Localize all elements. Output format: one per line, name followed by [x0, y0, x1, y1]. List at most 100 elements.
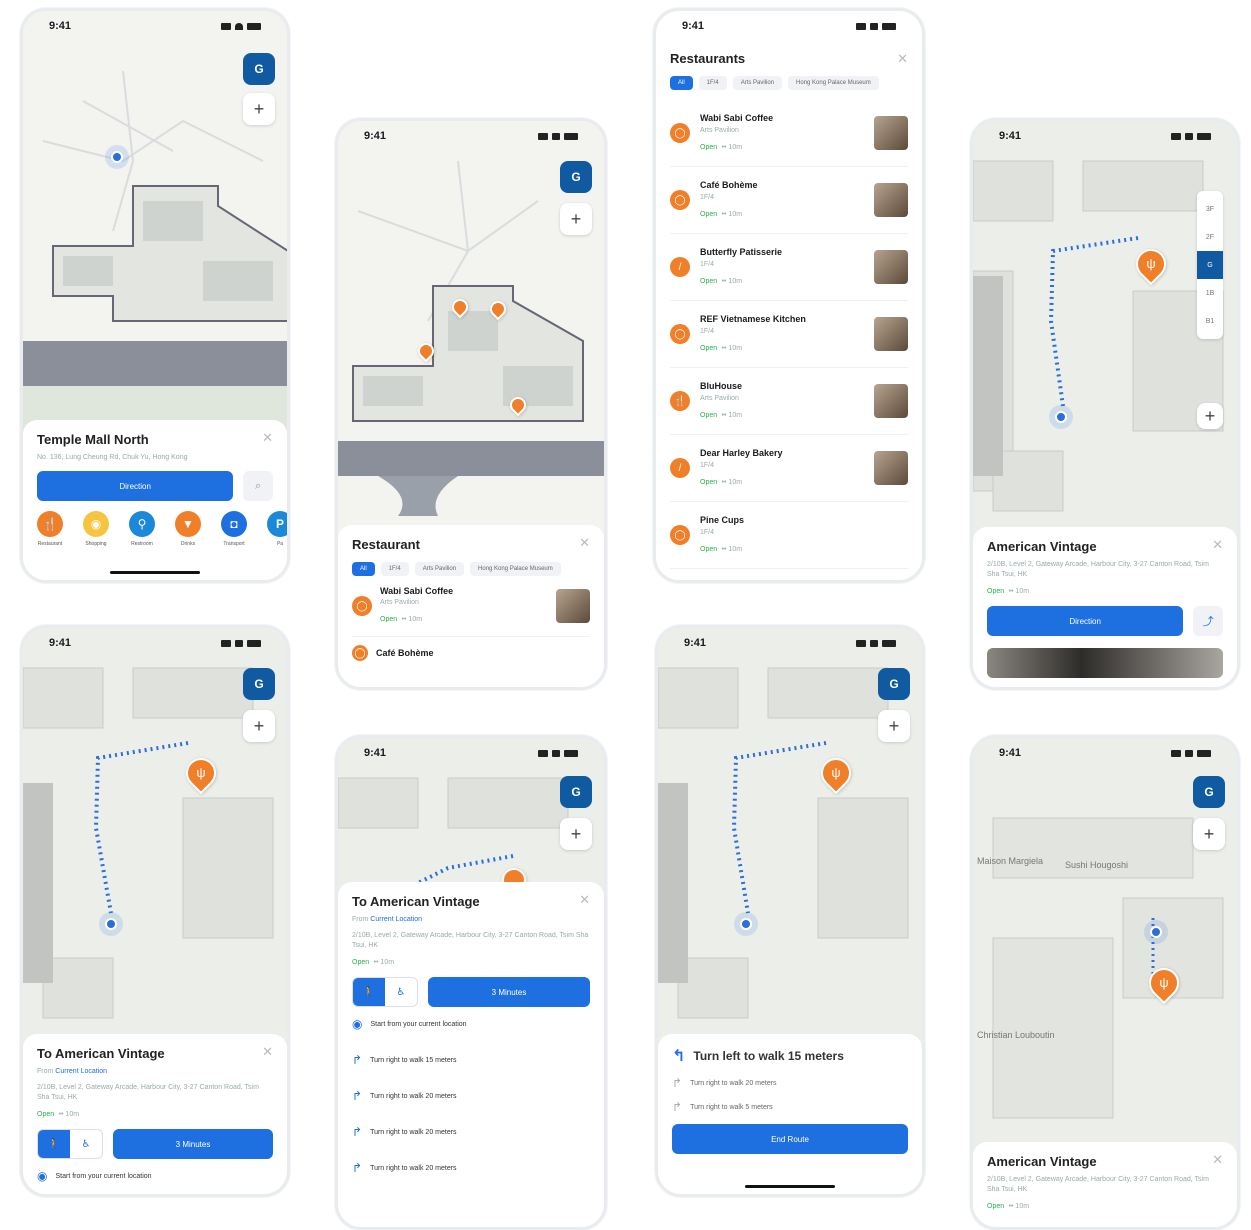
chip-palace-museum[interactable]: Hong Kong Palace Museum — [470, 562, 561, 576]
floor-button[interactable]: G — [1193, 776, 1225, 808]
floor-button[interactable]: G — [878, 668, 910, 700]
zoom-in-button[interactable]: + — [1193, 818, 1225, 850]
chip-arts-pavilion[interactable]: Arts Pavilion — [414, 562, 465, 576]
floor-option[interactable]: G — [1197, 251, 1223, 279]
zoom-in-button[interactable]: + — [560, 203, 592, 235]
route-step: ↱ Turn right to walk 20 meters — [352, 1161, 590, 1175]
place-address: 2/10B, Level 2, Gateway Arcade, Harbour … — [987, 561, 1209, 578]
open-status: Open — [700, 210, 718, 218]
turn-left-icon: ↰ — [672, 1048, 686, 1065]
zoom-in-button[interactable]: + — [243, 93, 275, 125]
current-location-icon — [111, 151, 123, 163]
chip-all[interactable]: All — [670, 76, 693, 90]
search-button[interactable]: ⌕ — [243, 471, 273, 501]
list-item[interactable]: ◯ Pine Cups 1F/4 Open •• 10m — [670, 502, 908, 569]
zoom-in-button[interactable]: + — [878, 710, 910, 742]
close-icon[interactable]: ✕ — [579, 535, 590, 551]
status-bar: 9:41 — [338, 121, 604, 151]
chip-all[interactable]: All — [352, 562, 375, 576]
start-from-current-row[interactable]: ◉ Start from your current location — [352, 1017, 590, 1031]
category-restroom[interactable]: ⚲ Restroom — [129, 511, 155, 547]
zoom-in-button[interactable]: + — [1197, 403, 1223, 429]
floor-option[interactable]: B1 — [1197, 307, 1223, 335]
list-item[interactable]: ◯ REF Vietnamese Kitchen 1F/4 Open •• 10… — [670, 301, 908, 368]
list-item[interactable]: / Butterfly Patisserie 1F/4 Open •• 10m — [670, 234, 908, 301]
list-item[interactable]: ◯ Wabi Sabi Coffee Arts Pavilion Open ••… — [670, 100, 908, 167]
start-route-button[interactable]: 3 Minutes — [113, 1129, 273, 1159]
place-title: American Vintage — [987, 539, 1097, 554]
from-location-link[interactable]: Current Location — [370, 916, 422, 923]
floor-button[interactable]: G — [560, 776, 592, 808]
status-icons — [538, 132, 578, 140]
walk-mode-button[interactable]: 🚶 — [38, 1130, 70, 1158]
screen-navigation: 9:41 ψ G + ↰ Turn left to walk 15 meters … — [655, 625, 925, 1197]
floor-button[interactable]: G — [243, 53, 275, 85]
step-label: Turn right to walk 15 meters — [370, 1056, 457, 1064]
step-label: Turn right to walk 20 meters — [370, 1128, 457, 1136]
current-step-label: Turn left to walk 15 meters — [693, 1049, 844, 1063]
zoom-in-button[interactable]: + — [243, 710, 275, 742]
status-icons — [1171, 132, 1211, 140]
floor-option[interactable]: 3F — [1197, 195, 1223, 223]
status-icons — [221, 639, 261, 647]
category-shopping[interactable]: ◉ Shopping — [83, 511, 109, 547]
from-location-link[interactable]: Current Location — [55, 1068, 107, 1075]
zoom-in-button[interactable]: + — [560, 818, 592, 850]
chip-floor[interactable]: 1F/4 — [380, 562, 409, 576]
walk-time: •• 10m — [401, 616, 423, 623]
close-icon[interactable]: ✕ — [262, 1044, 273, 1060]
restaurant-icon: ◯ — [670, 525, 690, 545]
close-icon[interactable]: ✕ — [1212, 1152, 1223, 1168]
status-time: 9:41 — [49, 20, 72, 32]
walk-mode-button[interactable]: 🚶 — [353, 978, 385, 1006]
direction-button[interactable]: Direction — [37, 471, 234, 501]
close-icon[interactable]: ✕ — [897, 51, 908, 67]
walk-time: •• 10m — [721, 143, 743, 151]
walk-time: •• 10m — [1008, 588, 1030, 595]
restaurant-icon: 🍴 — [670, 391, 690, 411]
close-icon[interactable]: ✕ — [1212, 537, 1223, 553]
wheelchair-mode-button[interactable]: ♿ — [385, 978, 417, 1006]
walk-time: •• 10m — [373, 959, 395, 966]
floor-option[interactable]: 1B — [1197, 279, 1223, 307]
category-label: Drinks — [180, 541, 196, 547]
restaurant-photo — [874, 116, 908, 150]
floor-picker: 3F 2F G 1B B1 — [1197, 191, 1223, 339]
open-status: Open — [700, 143, 718, 151]
chip-floor[interactable]: 1F/4 — [698, 76, 727, 90]
share-button[interactable]: ⤴ — [1193, 606, 1223, 636]
wheelchair-mode-button[interactable]: ♿ — [70, 1130, 102, 1158]
open-status: Open — [700, 277, 718, 285]
category-drinks[interactable]: ▼ Drinks — [175, 511, 201, 547]
floor-option[interactable]: 2F — [1197, 223, 1223, 251]
current-location-icon — [1055, 411, 1067, 423]
place-address: No. 136, Lung Cheung Rd, Chuk Yu, Hong K… — [37, 454, 188, 461]
category-pa[interactable]: P Pa — [267, 511, 287, 547]
close-icon[interactable]: ✕ — [579, 892, 590, 908]
close-icon[interactable]: ✕ — [262, 430, 273, 446]
route-step: ↱ Turn right to walk 5 meters — [672, 1100, 908, 1114]
place-address: 2/10B, Level 2, Gateway Arcade, Harbour … — [987, 1176, 1209, 1193]
end-route-button[interactable]: End Route — [672, 1124, 908, 1154]
chip-palace-museum[interactable]: Hong Kong Palace Museum — [788, 76, 879, 90]
chip-arts-pavilion[interactable]: Arts Pavilion — [732, 76, 783, 90]
start-from-current-row[interactable]: ◉ Start from your current location — [37, 1169, 273, 1183]
floor-button[interactable]: G — [243, 668, 275, 700]
category-restaurant[interactable]: 🍴 Restaurant — [37, 511, 63, 547]
list-item[interactable]: ◯ Café Bohème 1F/4 Open •• 10m — [670, 167, 908, 234]
list-item[interactable]: 🍴 BluHouse Arts Pavilion Open •• 10m — [670, 368, 908, 435]
restaurant-location: 1F/4 — [700, 193, 715, 201]
route-sheet: To American Vintage ✕ From Current Locat… — [338, 882, 604, 1227]
category-label: Pa — [276, 541, 284, 547]
list-item[interactable]: ◯ Café Bohème — [352, 637, 590, 669]
restaurant-name: Butterfly Patisserie — [700, 246, 783, 257]
list-item[interactable]: ◯ Wabi Sabi Coffee Arts Pavilion Open ••… — [352, 576, 590, 637]
direction-button[interactable]: Direction — [987, 606, 1184, 636]
list-item[interactable]: / Dear Harley Bakery 1F/4 Open •• 10m — [670, 435, 908, 502]
wheelchair-icon: ♿ — [396, 986, 406, 998]
floor-button[interactable]: G — [560, 161, 592, 193]
category-transport[interactable]: ◘ Transport — [221, 511, 247, 547]
route-step: ↱ Turn right to walk 15 meters — [352, 1053, 590, 1067]
start-route-button[interactable]: 3 Minutes — [428, 977, 590, 1007]
status-bar: 9:41 — [658, 628, 922, 658]
